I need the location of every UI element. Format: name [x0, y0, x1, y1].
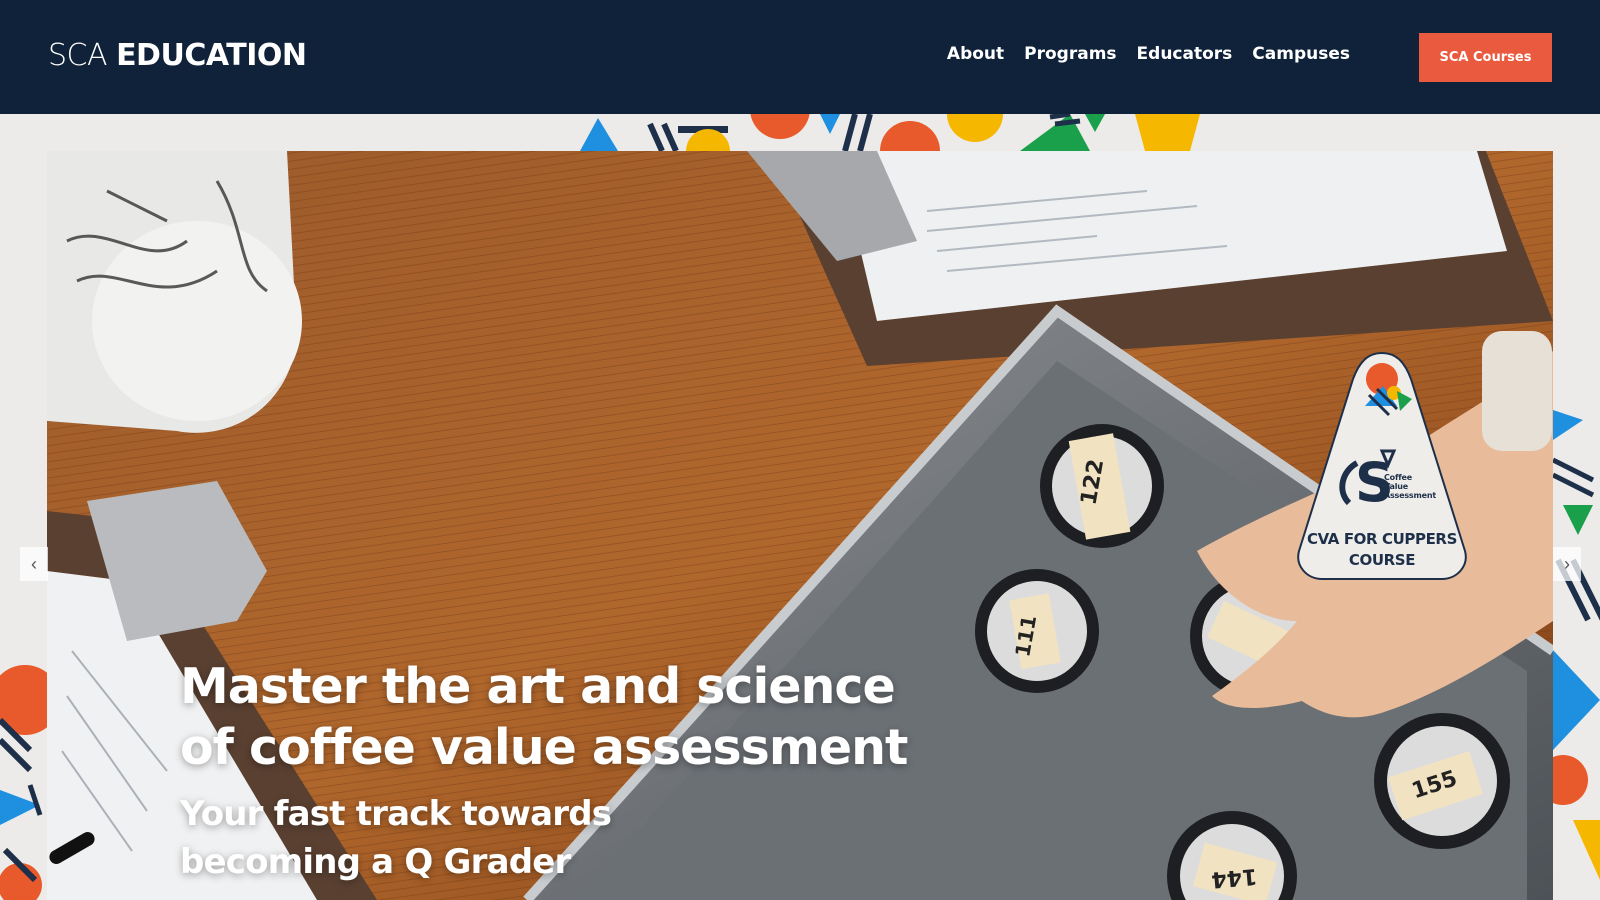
- nav-item-about[interactable]: About: [947, 44, 1004, 64]
- badge-subtitle-line-1: Coffee: [1384, 473, 1412, 482]
- nav-item-educators[interactable]: Educators: [1137, 44, 1233, 64]
- decorative-pattern-top: [580, 114, 1240, 151]
- nav-item-programs[interactable]: Programs: [1024, 44, 1116, 64]
- badge-subtitle-line-2: Value: [1384, 482, 1409, 491]
- cup-label-4: 144: [1210, 863, 1258, 892]
- hero-banner: 122 111 155 144 S Coffee Value Assessmen…: [47, 151, 1553, 900]
- main-nav: About Programs Educators Campuses: [947, 44, 1350, 64]
- chevron-right-icon: ›: [1564, 553, 1570, 574]
- cva-course-badge: S Coffee Value Assessment CVA FOR CUPPER…: [1297, 351, 1467, 581]
- nav-item-campuses[interactable]: Campuses: [1252, 44, 1350, 64]
- carousel-prev-button[interactable]: ‹: [20, 547, 48, 581]
- hero-subheadline-line-2: becoming a Q Grader: [180, 842, 571, 882]
- carousel-next-button[interactable]: ›: [1553, 547, 1581, 581]
- badge-title-line-2: COURSE: [1348, 551, 1416, 569]
- site-header: SCA EDUCATION About Programs Educators C…: [0, 0, 1600, 114]
- hero-headline: Master the art and science of coffee val…: [180, 656, 908, 778]
- sca-education-logo[interactable]: SCA EDUCATION: [48, 38, 307, 73]
- decorative-pattern-left: [0, 660, 47, 900]
- chevron-left-icon: ‹: [31, 553, 37, 574]
- badge-subtitle-line-3: Assessment: [1384, 491, 1436, 500]
- hero-headline-line-1: Master the art and science: [180, 658, 896, 715]
- badge-title: CVA FOR CUPPERS COURSE: [1297, 529, 1467, 571]
- badge-title-line-1: CVA FOR CUPPERS: [1307, 530, 1457, 548]
- logo-text-sca: SCA: [48, 38, 117, 73]
- hero-headline-line-2: of coffee value assessment: [180, 719, 908, 776]
- sca-courses-button[interactable]: SCA Courses: [1419, 33, 1552, 82]
- hero-subheadline: Your fast track towards becoming a Q Gra…: [180, 790, 612, 886]
- decorative-pattern-right: [1553, 320, 1600, 900]
- badge-subtitle: Coffee Value Assessment: [1384, 473, 1444, 500]
- hero-subheadline-line-1: Your fast track towards: [180, 794, 612, 834]
- logo-text-education: EDUCATION: [116, 38, 307, 73]
